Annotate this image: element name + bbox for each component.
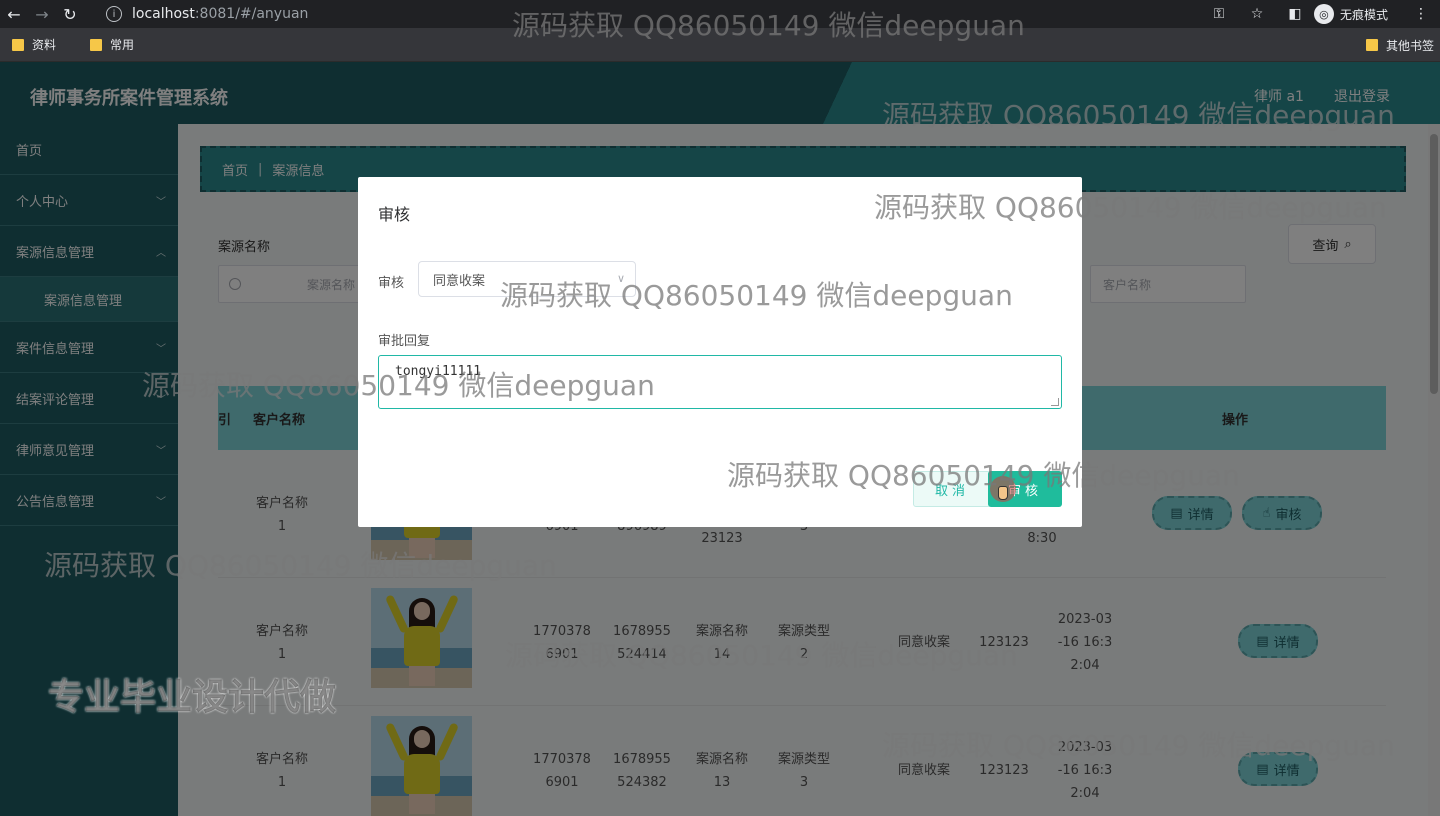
info-icon[interactable]: i [106,6,122,22]
reply-text: tongyi11111 [395,364,482,379]
reply-label: 审批回复 [378,334,431,349]
star-icon[interactable]: ☆ [1238,6,1276,22]
bookmark-folder-2[interactable]: 常用 [90,36,134,53]
dialog-title: 审核 [378,205,411,224]
folder-icon [1365,39,1378,51]
back-icon[interactable]: ← [0,0,28,28]
menu-icon[interactable]: ⋮ [1402,6,1440,22]
bookmarks-bar: 资料 常用 其他书签 [0,28,1440,62]
url-path: :8081/#/anyuan [194,6,309,22]
sidepanel-icon[interactable]: ◧ [1276,6,1314,22]
review-select[interactable]: 同意收案 ∨ [418,261,636,297]
cancel-button[interactable]: 取消 [913,471,991,507]
incognito-icon: ◎ [1313,4,1334,24]
resize-handle-icon[interactable] [1051,398,1059,406]
address-bar[interactable]: i localhost:8081/#/anyuan [106,0,308,28]
watermark-bold: 专业毕业设计代做 [48,677,337,718]
incognito-label: 无痕模式 [1339,7,1388,22]
reply-textarea[interactable]: tongyi11111 [378,355,1062,409]
other-bookmarks-label: 其他书签 [1385,38,1434,53]
bookmark-label: 常用 [110,38,135,52]
bookmark-folder-1[interactable]: 资料 [12,36,56,53]
other-bookmarks[interactable]: 其他书签 [1365,28,1434,62]
url-host: localhost [132,6,195,22]
incognito-indicator[interactable]: ◎ 无痕模式 [1313,4,1388,24]
reload-icon[interactable]: ↻ [56,0,84,28]
key-icon[interactable]: ⚿ [1200,6,1238,22]
review-select-value: 同意收案 [433,273,486,289]
review-dialog: 审核 审核 同意收案 ∨ 审批回复 tongyi11111 取消 审核 [358,177,1082,527]
folder-icon [12,38,24,51]
review-label: 审核 [378,276,405,291]
forward-icon[interactable]: → [28,0,56,28]
folder-icon [90,38,103,51]
mouse-cursor-icon [990,476,1016,502]
chevron-down-icon: ∨ [616,272,625,285]
bookmark-label: 资料 [32,38,57,52]
